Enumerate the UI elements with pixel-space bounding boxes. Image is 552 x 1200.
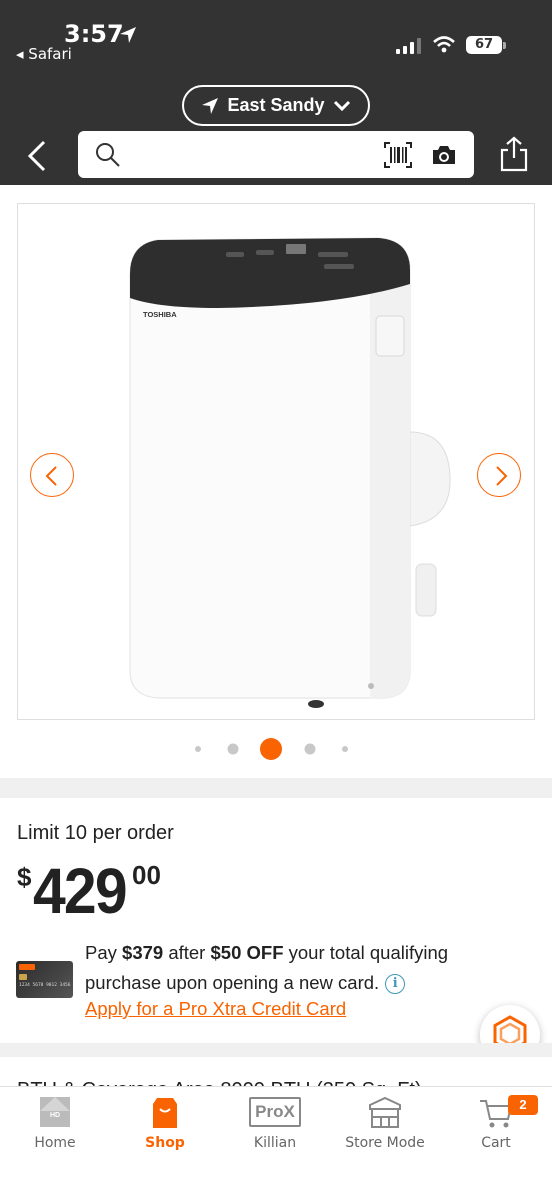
- image-pagination-dots: [195, 738, 348, 760]
- air-conditioner-image: TOSHIBA: [129, 237, 451, 708]
- product-brand-text: TOSHIBA: [143, 310, 177, 319]
- apply-credit-card-link[interactable]: Apply for a Pro Xtra Credit Card: [85, 998, 346, 1020]
- camera-icon[interactable]: [431, 144, 457, 166]
- share-icon[interactable]: [498, 136, 530, 172]
- signal-icon: [396, 38, 421, 54]
- prox-logo-icon: ProX: [249, 1097, 301, 1127]
- search-input[interactable]: [78, 131, 474, 178]
- svg-text:HD: HD: [50, 1112, 60, 1119]
- tab-store-mode[interactable]: Store Mode: [330, 1087, 440, 1167]
- product-image-gallery: TOSHIBA: [0, 185, 552, 778]
- info-icon[interactable]: i: [385, 974, 406, 994]
- tab-shop[interactable]: Shop: [110, 1087, 220, 1167]
- product-image[interactable]: TOSHIBA: [17, 203, 535, 720]
- order-limit-text: Limit 10 per order: [17, 822, 174, 844]
- pricing-section: Limit 10 per order $ 429 00 1234 5678 90…: [0, 798, 552, 1043]
- back-arrow-icon[interactable]: [22, 136, 54, 176]
- pagination-dot: [342, 746, 348, 752]
- price-whole: 429: [33, 855, 128, 927]
- tab-label: Shop: [145, 1135, 185, 1151]
- tab-label: Killian: [253, 1135, 297, 1151]
- barcode-scan-icon[interactable]: [384, 142, 412, 168]
- search-icon: [96, 143, 120, 167]
- tab-label: Home: [34, 1135, 76, 1151]
- card-number: 1234 5678 9012 3456: [19, 983, 71, 988]
- home-depot-logo-icon: HD: [40, 1097, 70, 1127]
- previous-image-button[interactable]: [30, 453, 74, 497]
- pagination-dot: [304, 743, 316, 755]
- credit-card-image: 1234 5678 9012 3456: [16, 961, 73, 998]
- status-bar: 3:57 ◂ Safari 67: [0, 0, 552, 78]
- tab-label: Cart: [481, 1135, 511, 1151]
- location-arrow-icon: [120, 27, 136, 43]
- promo-discount: $50 OFF: [210, 942, 284, 963]
- tab-killian[interactable]: ProX Killian: [220, 1087, 330, 1167]
- cart-count-badge: 2: [508, 1095, 538, 1115]
- battery-tip: [503, 42, 506, 49]
- pagination-dot-active: [260, 738, 282, 760]
- credit-card-promo-text: Pay $379 after $50 OFF your total qualif…: [85, 942, 449, 994]
- wifi-icon: [433, 36, 455, 53]
- store-location-label: East Sandy: [227, 95, 325, 115]
- section-divider: [0, 778, 552, 798]
- price-currency: $: [17, 862, 32, 892]
- shopping-bag-icon: [153, 1098, 177, 1128]
- section-divider: [0, 1043, 552, 1057]
- storefront-icon: [369, 1096, 401, 1128]
- bottom-tab-bar: HD Home Shop ProX Killian Store Mode Car…: [0, 1086, 552, 1200]
- tab-home[interactable]: HD Home: [0, 1087, 110, 1167]
- chevron-right-icon: [496, 466, 508, 486]
- back-to-safari[interactable]: ◂ Safari: [16, 45, 72, 63]
- promo-price: $379: [122, 942, 164, 963]
- navigation-arrow-icon: [202, 97, 219, 114]
- app-header: East Sandy: [0, 78, 552, 185]
- chevron-left-icon: [45, 466, 57, 486]
- battery-icon: 67: [466, 36, 502, 54]
- pagination-dot: [195, 746, 201, 752]
- store-location-selector[interactable]: East Sandy: [182, 85, 370, 126]
- next-image-button[interactable]: [477, 453, 521, 497]
- clock: 3:57: [64, 20, 124, 48]
- chevron-down-icon: [333, 100, 350, 111]
- price-cents: 00: [132, 860, 161, 890]
- tab-label: Store Mode: [345, 1135, 425, 1151]
- pagination-dot: [227, 743, 239, 755]
